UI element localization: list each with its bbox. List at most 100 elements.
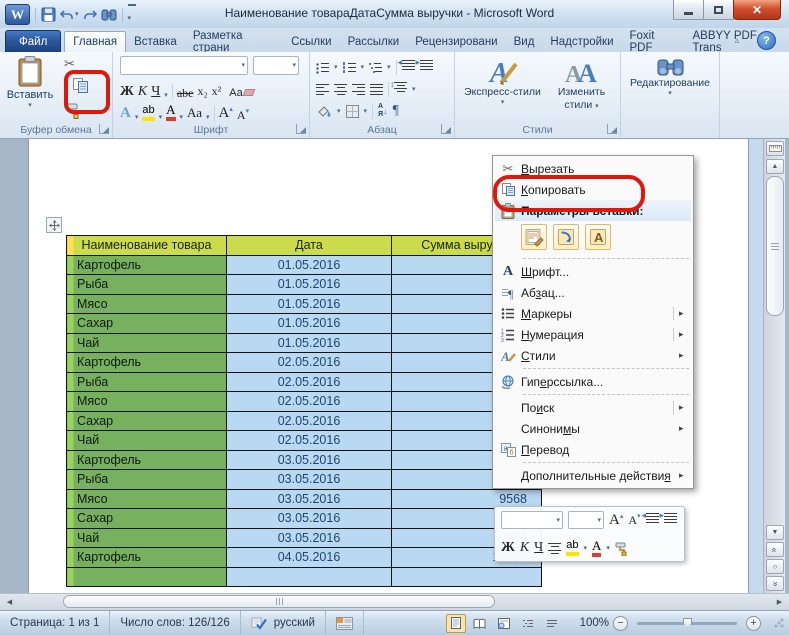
table-cell[interactable]: Чай [67, 431, 227, 451]
quick-styles-button[interactable]: A Экспресс-стили [461, 52, 545, 122]
table-cell[interactable]: 03.05.2016 [227, 450, 392, 470]
line-spacing-button[interactable]: ↕ [394, 80, 407, 98]
find-button[interactable] [101, 6, 117, 24]
chevron-down-icon[interactable] [387, 64, 391, 71]
mini-font-size-combo[interactable] [568, 511, 604, 529]
table-cell[interactable]: Картофель [67, 548, 227, 568]
horizontal-scrollbar[interactable]: ◀ ▶ [0, 593, 789, 610]
menu-item-гиперссылка-[interactable]: Гиперссылка... [495, 371, 691, 392]
menu-item-дополнительные-действия[interactable]: Дополнительные действия▸ [495, 465, 691, 486]
table-cell[interactable]: 02.05.2016 [227, 411, 392, 431]
clear-formatting-button[interactable]: Aa [229, 87, 253, 99]
previous-page-button[interactable]: « [766, 542, 784, 557]
redo-button[interactable] [83, 6, 97, 24]
change-case-button[interactable]: Аа [187, 105, 202, 121]
chevron-down-icon[interactable] [180, 114, 184, 121]
minimize-ribbon-icon[interactable]: ▵ [730, 33, 744, 47]
mini-highlight-button[interactable]: ab [566, 540, 578, 556]
highlight-color-button[interactable]: ab [142, 105, 154, 121]
mini-format-painter-icon[interactable] [615, 541, 631, 556]
decrease-indent-button[interactable]: ◂ [402, 58, 415, 76]
mini-italic-button[interactable]: К [520, 541, 529, 555]
minimize-button[interactable] [673, 0, 704, 20]
mini-increase-indent-button[interactable]: ▸ [664, 511, 677, 529]
font-name-combo[interactable] [120, 56, 248, 75]
table-cell[interactable]: Чай [67, 333, 227, 353]
align-left-icon[interactable] [316, 83, 329, 96]
shading-icon[interactable] [316, 104, 332, 118]
table-cell[interactable]: Мясо [67, 392, 227, 412]
grow-font-button[interactable]: А▴ [219, 106, 233, 121]
zoom-level[interactable]: 100% [580, 617, 609, 629]
dialog-launcher-icon[interactable] [441, 124, 451, 134]
merge-formatting-button[interactable] [553, 224, 579, 250]
menu-item-нумерация[interactable]: 123Нумерация▸ [495, 324, 691, 345]
table-cell[interactable] [227, 567, 392, 587]
bold-button[interactable]: Ж [120, 85, 134, 99]
italic-button[interactable]: K [138, 85, 147, 99]
align-right-icon[interactable] [352, 83, 365, 96]
table-cell[interactable]: Мясо [67, 489, 227, 509]
ruler-toggle-button[interactable] [766, 141, 784, 156]
tab-надстройки[interactable]: Надстройки [542, 31, 621, 52]
table-cell[interactable]: Сахар [67, 509, 227, 529]
table-header-cell[interactable]: Дата [227, 236, 392, 256]
format-painter-button[interactable] [66, 102, 83, 119]
keep-text-only-button[interactable]: A [585, 224, 611, 250]
save-button[interactable] [41, 6, 56, 24]
table-cell[interactable]: Картофель [67, 450, 227, 470]
font-color-button[interactable]: А [166, 103, 175, 121]
table-cell[interactable]: 01.05.2016 [227, 275, 392, 295]
tab-главная[interactable]: Главная [64, 31, 126, 52]
tab-вид[interactable]: Вид [506, 31, 543, 52]
table-cell[interactable]: 03.05.2016 [227, 509, 392, 529]
copy-button[interactable] [72, 77, 89, 94]
table-cell[interactable]: 03.05.2016 [227, 489, 392, 509]
shrink-font-button[interactable]: А▾ [237, 109, 249, 121]
mini-font-color-button[interactable]: А [592, 539, 601, 557]
table-cell[interactable]: 03.05.2016 [227, 470, 392, 490]
scroll-up-button[interactable]: ▲ [766, 159, 784, 174]
table-move-handle[interactable] [46, 217, 62, 233]
next-page-button[interactable]: « [766, 576, 784, 591]
align-center-icon[interactable] [334, 83, 347, 96]
menu-item-поиск[interactable]: Поиск▸ [495, 397, 691, 418]
mini-bold-button[interactable]: Ж [501, 541, 515, 555]
table-cell[interactable]: Картофель [67, 353, 227, 373]
table-cell[interactable]: 02.05.2016 [227, 353, 392, 373]
increase-indent-button[interactable]: ▸ [420, 58, 433, 76]
table-cell[interactable]: 01.05.2016 [227, 314, 392, 334]
view-outline-button[interactable] [518, 614, 538, 633]
table-cell[interactable]: 02.05.2016 [227, 392, 392, 412]
chevron-down-icon[interactable] [159, 114, 163, 121]
menu-item-шрифт-[interactable]: АШрифт... [495, 261, 691, 282]
table-cell[interactable]: Картофель [67, 255, 227, 275]
table-cell[interactable]: Чай [67, 528, 227, 548]
mini-center-icon[interactable] [548, 542, 561, 555]
editing-button[interactable]: Редактирование [623, 52, 718, 122]
menu-item-абзац-[interactable]: ¶Абзац... [495, 282, 691, 303]
chevron-down-icon[interactable] [361, 64, 365, 71]
cut-button[interactable]: ✂ [64, 56, 75, 72]
dialog-launcher-icon[interactable] [296, 124, 306, 134]
view-web-layout-button[interactable] [494, 614, 514, 633]
chevron-down-icon[interactable] [334, 64, 338, 71]
chevron-down-icon[interactable] [337, 108, 341, 115]
table-cell[interactable] [392, 567, 542, 587]
language-indicator[interactable]: русский [241, 611, 326, 635]
menu-item-вырезать[interactable]: ✂Вырезать [495, 158, 691, 179]
table-cell[interactable]: 02.05.2016 [227, 431, 392, 451]
table-cell[interactable]: Рыба [67, 470, 227, 490]
view-draft-button[interactable] [542, 614, 562, 633]
tab-рецензировани[interactable]: Рецензировани [407, 31, 505, 52]
scroll-down-button[interactable]: ▼ [766, 525, 784, 540]
multilevel-list-icon[interactable] [369, 61, 382, 74]
tab-ссылки[interactable]: Ссылки [283, 31, 340, 52]
macro-indicator[interactable] [326, 611, 364, 635]
table-cell[interactable]: Сахар [67, 411, 227, 431]
mini-grow-font-button[interactable]: А▴ [609, 513, 623, 528]
zoom-in-button[interactable]: + [746, 616, 761, 631]
tab-разметка-страни[interactable]: Разметка страни [185, 31, 283, 52]
scroll-right-button[interactable]: ▶ [773, 596, 786, 608]
bullets-icon[interactable] [316, 61, 329, 74]
